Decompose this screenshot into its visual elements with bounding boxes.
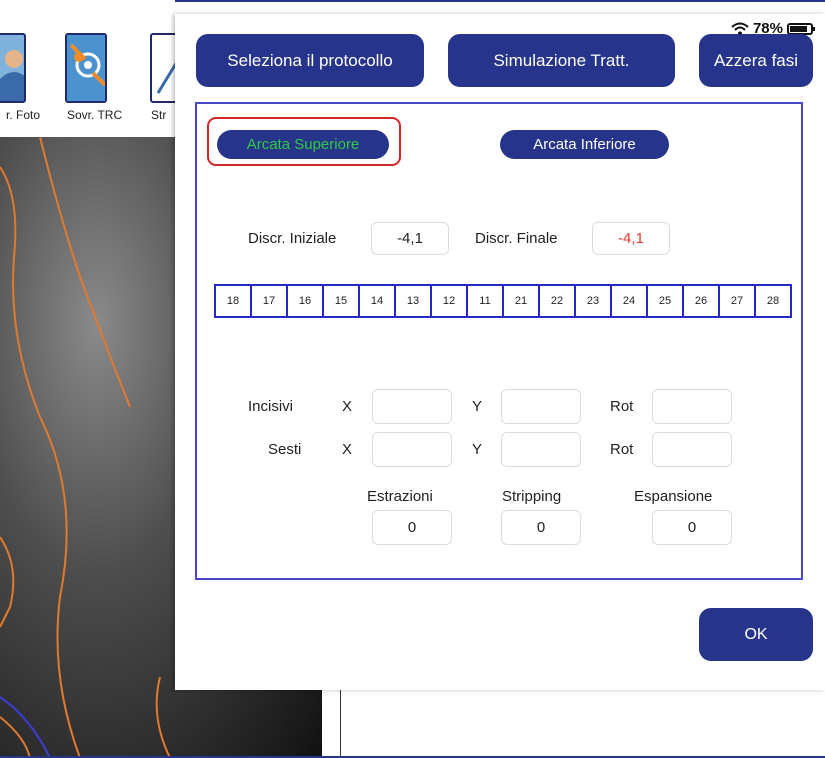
select-protocol-button[interactable]: Seleziona il protocollo [196, 34, 424, 87]
sesti-y-input[interactable] [501, 432, 581, 467]
tooth-cell[interactable]: 14 [360, 286, 396, 316]
initial-discrepancy-label: Discr. Iniziale [248, 230, 337, 247]
battery-icon [787, 22, 815, 35]
toolbar-label-str: Str [151, 108, 167, 122]
background-panel [340, 690, 825, 758]
person-photo-icon [0, 33, 26, 103]
sesti-x-input[interactable] [372, 432, 452, 467]
sesti-y-label: Y [472, 441, 483, 458]
simulation-button[interactable]: Simulazione Tratt. [448, 34, 675, 87]
stripping-label: Stripping [502, 488, 562, 505]
reset-phases-button[interactable]: Azzera fasi [699, 34, 813, 87]
tooth-cell[interactable]: 25 [648, 286, 684, 316]
initial-discrepancy-value: -4,1 [371, 222, 449, 255]
expansion-value[interactable]: 0 [652, 510, 732, 545]
photo-overlay-button[interactable] [0, 33, 28, 107]
tooth-cell[interactable]: 28 [756, 286, 790, 316]
incisivi-label: Incisivi [248, 398, 294, 415]
extractions-label: Estrazioni [367, 488, 433, 505]
lower-arch-button[interactable]: Arcata Inferiore [500, 130, 669, 159]
tooth-cell[interactable]: 26 [684, 286, 720, 316]
incisivi-rot-input[interactable] [652, 389, 732, 424]
tooth-cell[interactable]: 27 [720, 286, 756, 316]
treatment-panel: Arcata Superiore Arcata Inferiore Discr.… [195, 102, 803, 580]
tooth-cell[interactable]: 21 [504, 286, 540, 316]
sesti-x-label: X [342, 441, 353, 458]
tooth-cell[interactable]: 13 [396, 286, 432, 316]
incisivi-rot-label: Rot [610, 398, 634, 415]
expansion-label: Espansione [634, 488, 713, 505]
sesti-rot-input[interactable] [652, 432, 732, 467]
sesti-label: Sesti [268, 441, 302, 458]
tooth-cell[interactable]: 24 [612, 286, 648, 316]
ok-button[interactable]: OK [699, 608, 813, 661]
incisivi-y-input[interactable] [501, 389, 581, 424]
teeth-selector: 18 17 16 15 14 13 12 11 21 22 23 24 25 2… [214, 284, 792, 318]
extractions-value[interactable]: 0 [372, 510, 452, 545]
tooth-cell[interactable]: 17 [252, 286, 288, 316]
trc-overlay-button[interactable] [65, 33, 109, 107]
tooth-cell[interactable]: 15 [324, 286, 360, 316]
toolbar-label-foto: r. Foto [6, 108, 41, 122]
tooth-cell[interactable]: 12 [432, 286, 468, 316]
upper-arch-button[interactable]: Arcata Superiore [217, 130, 389, 159]
toolbar-label-trc: Sovr. TRC [67, 108, 123, 122]
incisivi-y-label: Y [472, 398, 483, 415]
final-discrepancy-label: Discr. Finale [475, 230, 558, 247]
final-discrepancy-value: -4,1 [592, 222, 670, 255]
trc-overlay-icon [65, 33, 107, 103]
tooth-cell[interactable]: 18 [216, 286, 252, 316]
sesti-rot-label: Rot [610, 441, 634, 458]
tooth-cell[interactable]: 23 [576, 286, 612, 316]
stripping-value[interactable]: 0 [501, 510, 581, 545]
background-toolbar: r. Foto Sovr. TRC Str [0, 0, 192, 137]
tooth-cell[interactable]: 16 [288, 286, 324, 316]
incisivi-x-label: X [342, 398, 353, 415]
treatment-modal: 78% Seleziona il protocollo Simulazione … [175, 14, 825, 690]
tooth-cell[interactable]: 11 [468, 286, 504, 316]
incisivi-x-input[interactable] [372, 389, 452, 424]
tooth-cell[interactable]: 22 [540, 286, 576, 316]
